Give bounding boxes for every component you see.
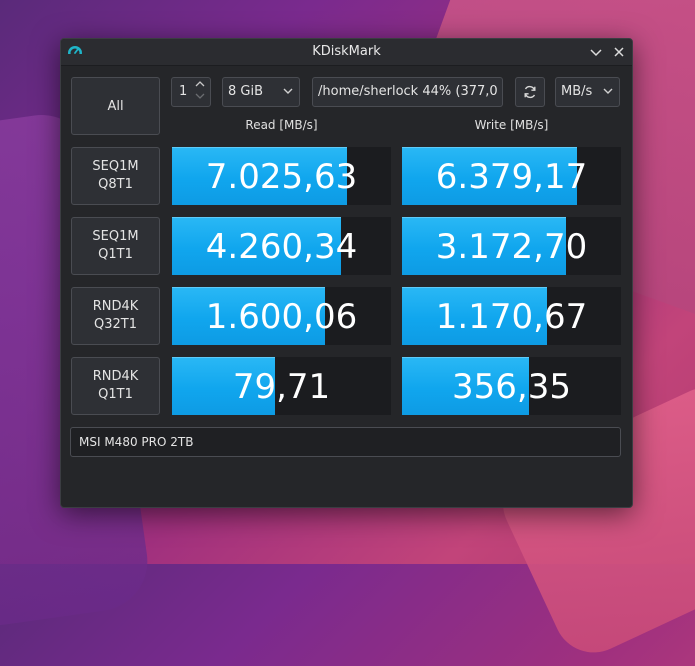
unit-value: MB/s: [561, 84, 593, 99]
target-path-value: /home/sherlock 44% (377,0: [318, 84, 498, 99]
read-result: 1.600,06: [172, 287, 391, 345]
read-column-header: Read [MB/s]: [245, 118, 318, 132]
test-size-value: 8 GiB: [228, 84, 264, 99]
refresh-button[interactable]: [515, 77, 545, 107]
chevron-down-icon: [283, 88, 293, 94]
device-model-field[interactable]: MSI M480 PRO 2TB: [70, 427, 621, 457]
read-value: 4.260,34: [205, 227, 358, 267]
test-label: SEQ1M: [92, 229, 139, 244]
minimize-icon[interactable]: [586, 42, 606, 62]
write-result: 1.170,67: [402, 287, 621, 345]
device-model-text: MSI M480 PRO 2TB: [79, 435, 194, 449]
loops-spinbox[interactable]: 1: [171, 77, 211, 107]
test-button-rnd4k-q32t1[interactable]: RND4K Q32T1: [71, 287, 160, 345]
write-value: 3.172,70: [435, 227, 588, 267]
close-icon[interactable]: [609, 42, 629, 62]
kdiskmark-window: KDiskMark All 1 8 GiB /home/sherlock 44%…: [60, 38, 633, 508]
all-button[interactable]: All: [71, 77, 160, 135]
write-result: 6.379,17: [402, 147, 621, 205]
test-button-seq1m-q8t1[interactable]: SEQ1M Q8T1: [71, 147, 160, 205]
read-value: 1.600,06: [205, 297, 358, 337]
unit-select[interactable]: MB/s: [555, 77, 620, 107]
window-title: KDiskMark: [312, 44, 381, 59]
spin-up-icon[interactable]: [194, 80, 206, 92]
write-column-header: Write [MB/s]: [474, 118, 549, 132]
test-button-seq1m-q1t1[interactable]: SEQ1M Q1T1: [71, 217, 160, 275]
test-params: Q1T1: [98, 387, 133, 402]
write-result: 3.172,70: [402, 217, 621, 275]
test-button-rnd4k-q1t1[interactable]: RND4K Q1T1: [71, 357, 160, 415]
spin-down-icon[interactable]: [194, 92, 206, 104]
read-result: 79,71: [172, 357, 391, 415]
refresh-icon: [524, 85, 536, 99]
test-size-select[interactable]: 8 GiB: [222, 77, 300, 107]
loops-value: 1: [179, 84, 188, 99]
test-label: SEQ1M: [92, 159, 139, 174]
write-value: 1.170,67: [435, 297, 588, 337]
test-params: Q8T1: [98, 177, 133, 192]
read-result: 7.025,63: [172, 147, 391, 205]
title-bar: KDiskMark: [61, 39, 632, 66]
read-value: 79,71: [232, 367, 331, 407]
target-path-select[interactable]: /home/sherlock 44% (377,0: [312, 77, 503, 107]
write-value: 356,35: [452, 367, 571, 407]
test-label: RND4K: [92, 369, 139, 384]
read-value: 7.025,63: [205, 157, 358, 197]
test-params: Q1T1: [98, 247, 133, 262]
test-params: Q32T1: [93, 317, 137, 332]
read-result: 4.260,34: [172, 217, 391, 275]
chevron-down-icon: [603, 88, 613, 94]
test-label: RND4K: [92, 299, 139, 314]
write-value: 6.379,17: [435, 157, 588, 197]
write-result: 356,35: [402, 357, 621, 415]
